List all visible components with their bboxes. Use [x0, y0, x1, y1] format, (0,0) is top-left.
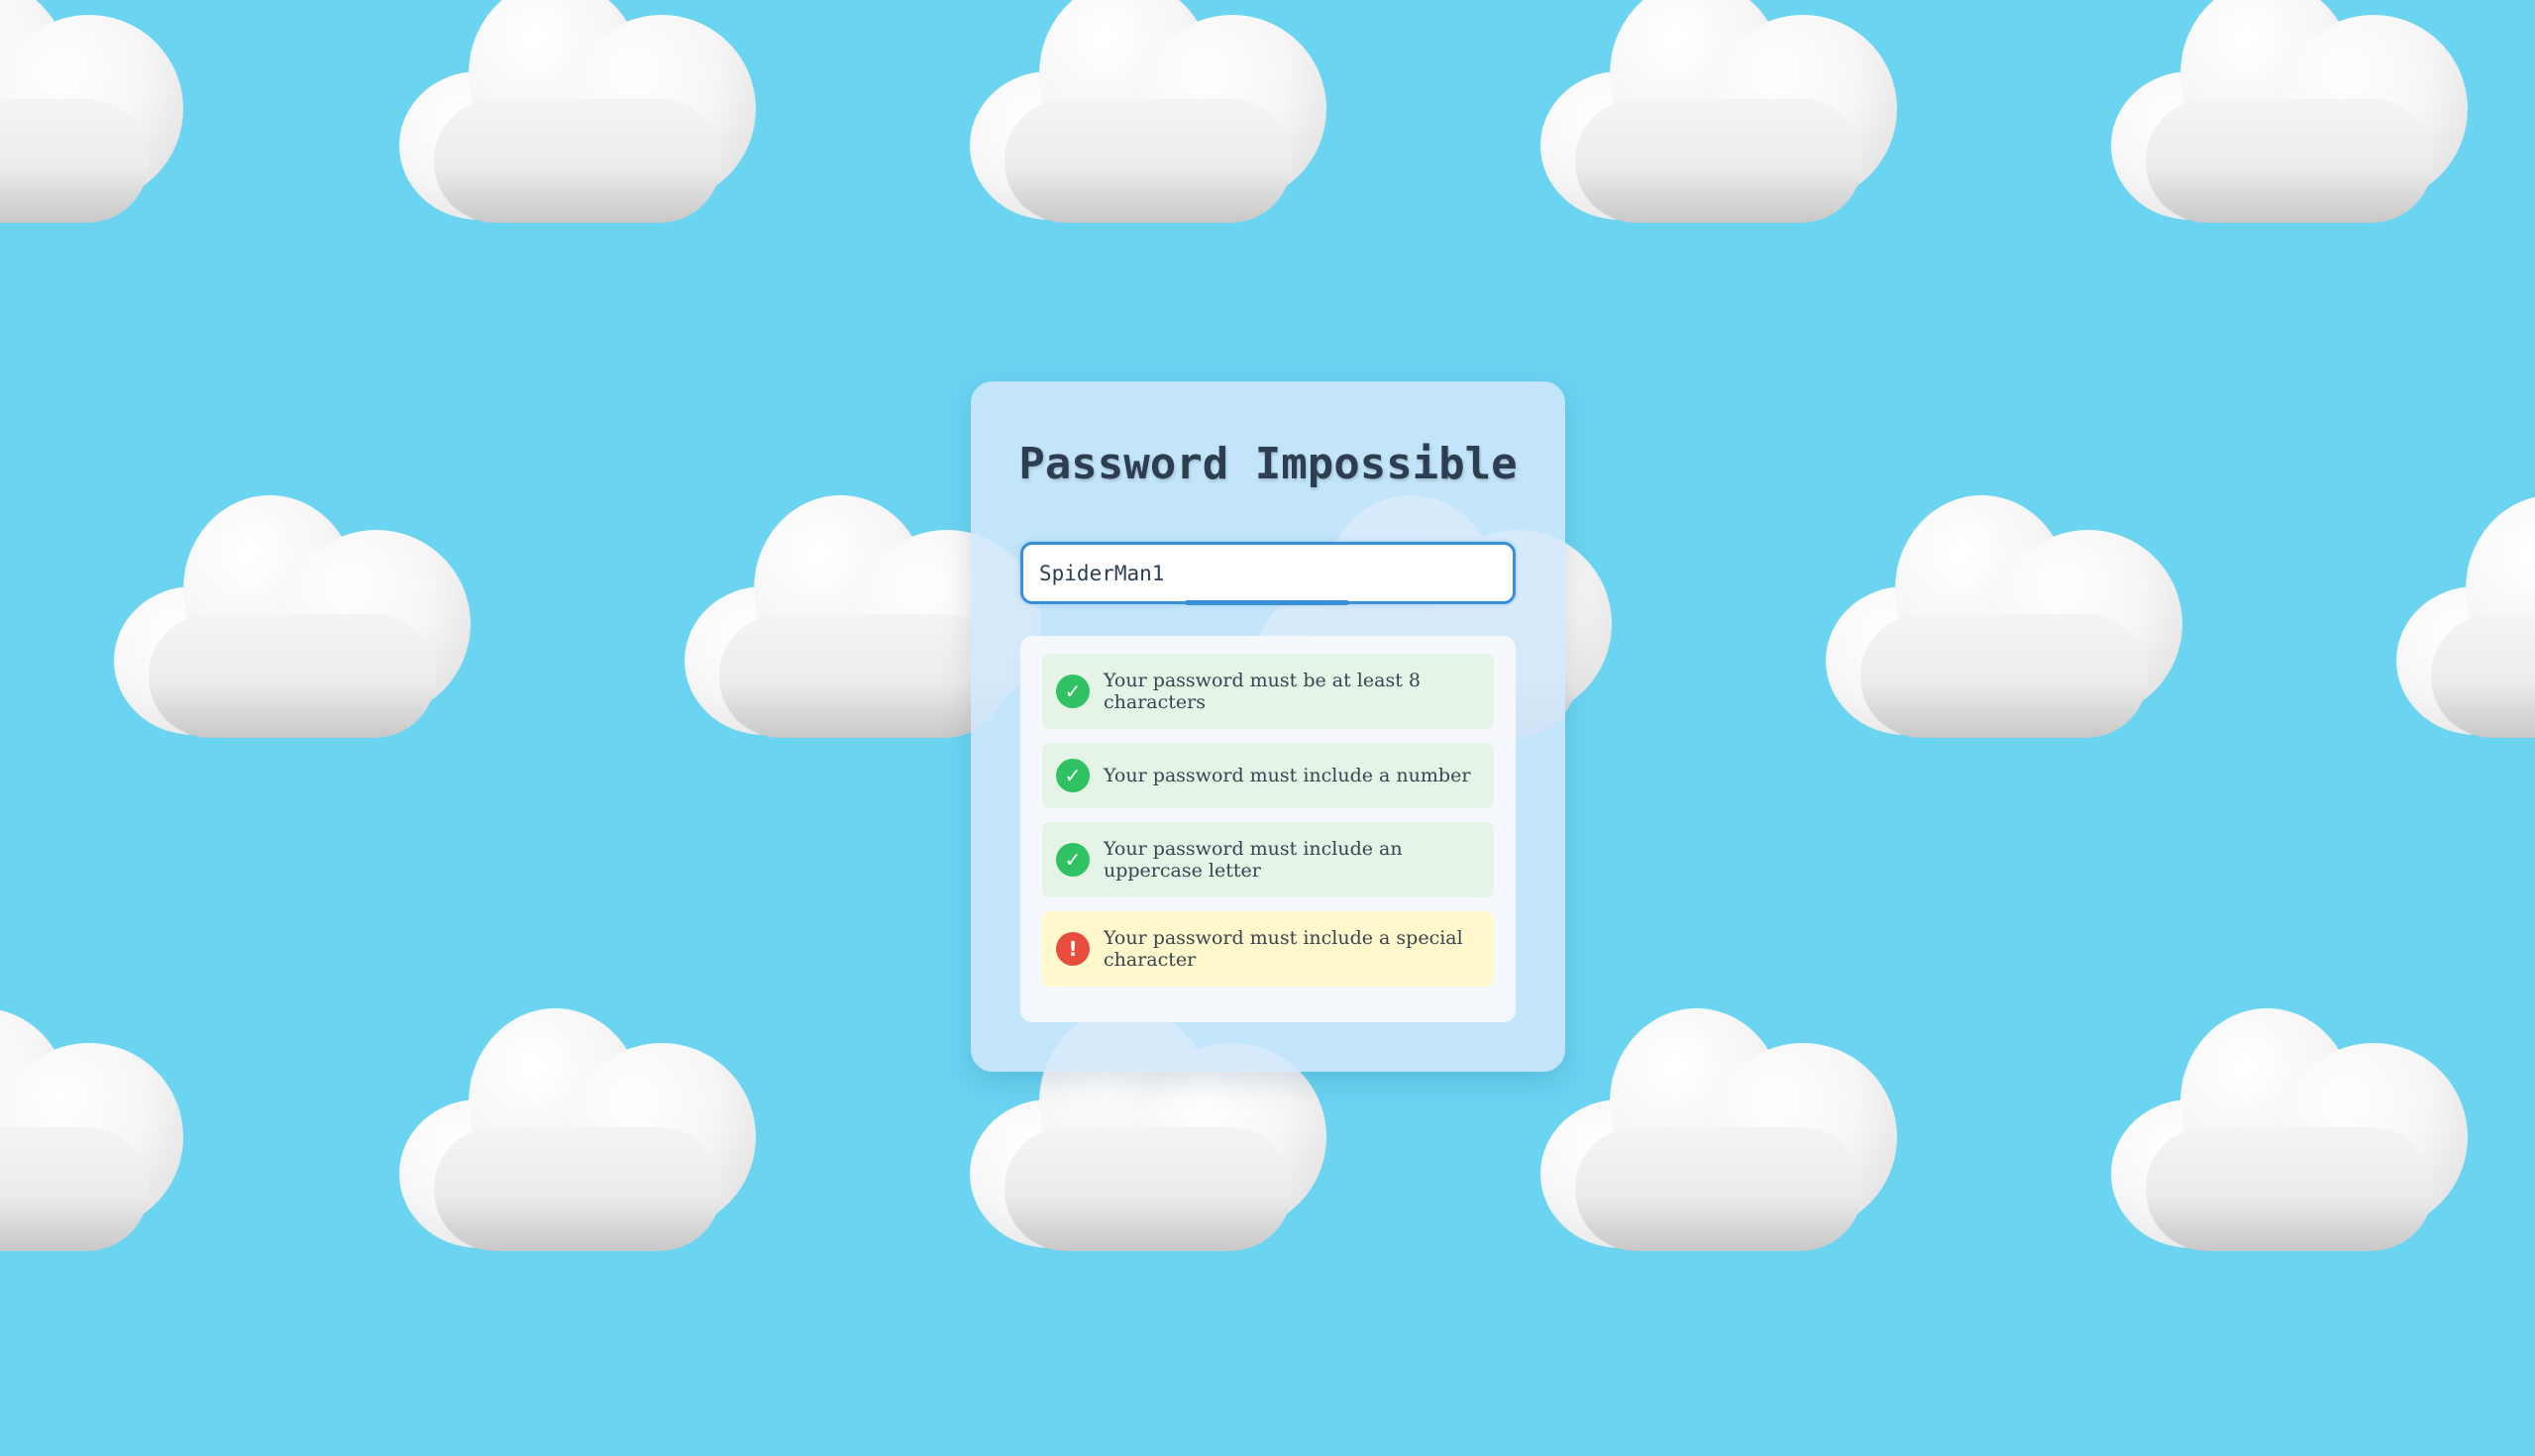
rule-text: Your password must include a number — [1104, 765, 1471, 786]
rules-panel: ✓ Your password must be at least 8 chara… — [1020, 636, 1516, 1022]
cloud-decoration — [2111, 1008, 2468, 1251]
rule-text: Your password must be at least 8 charact… — [1104, 670, 1421, 713]
check-icon: ✓ — [1056, 675, 1090, 708]
cloud-decoration — [399, 0, 756, 223]
password-card: Password Impossible ✓ Your password must… — [971, 381, 1565, 1072]
error-icon: ! — [1056, 932, 1090, 966]
cloud-decoration — [114, 495, 471, 738]
cloud-decoration — [399, 1008, 756, 1251]
cloud-decoration — [0, 0, 183, 223]
cloud-decoration — [2396, 495, 2535, 738]
strength-bar — [1185, 600, 1349, 605]
page-title: Password Impossible — [1018, 439, 1518, 489]
rule-text: Your password must include an uppercase … — [1104, 838, 1403, 882]
cloud-decoration — [2111, 0, 2468, 223]
rule-item: ! Your password must include a special c… — [1042, 911, 1494, 987]
rule-text: Your password must include a special cha… — [1104, 927, 1463, 971]
password-input[interactable] — [1020, 542, 1516, 604]
page-background: Password Impossible ✓ Your password must… — [0, 0, 2535, 1456]
check-icon: ✓ — [1056, 843, 1090, 877]
rule-item: ✓ Your password must be at least 8 chara… — [1042, 654, 1494, 729]
cloud-decoration — [1540, 0, 1897, 223]
check-icon: ✓ — [1056, 759, 1090, 792]
cloud-decoration — [1826, 495, 2182, 738]
cloud-decoration — [970, 0, 1326, 223]
rule-item: ✓ Your password must include a number — [1042, 743, 1494, 808]
cloud-decoration — [1540, 1008, 1897, 1251]
cloud-decoration — [0, 1008, 183, 1251]
rule-item: ✓ Your password must include an uppercas… — [1042, 822, 1494, 897]
